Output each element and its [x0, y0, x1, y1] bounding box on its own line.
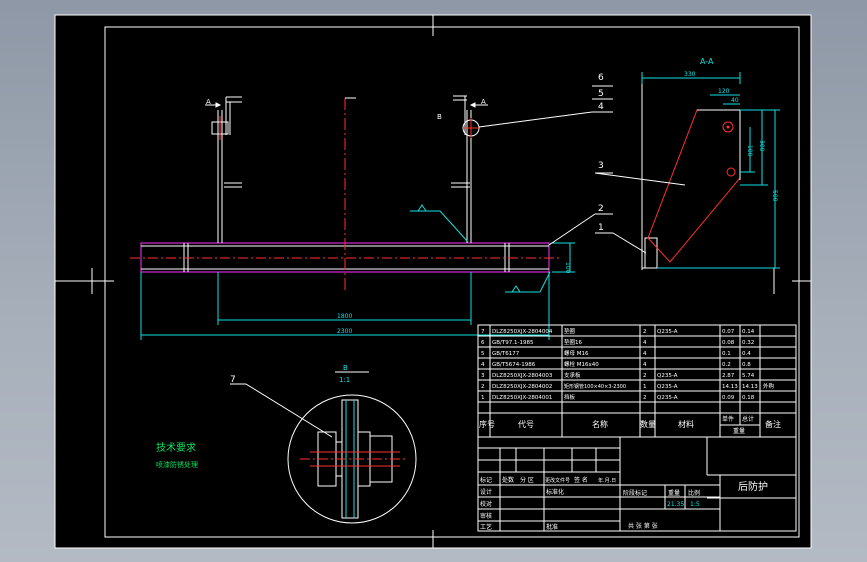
drawing-canvas: [54, 14, 812, 549]
cad-viewport: 6 5 4 3 2 1 7 A A B A-A B 1:1 2300 1800 …: [0, 0, 867, 562]
drawing-sheet: [54, 14, 812, 549]
